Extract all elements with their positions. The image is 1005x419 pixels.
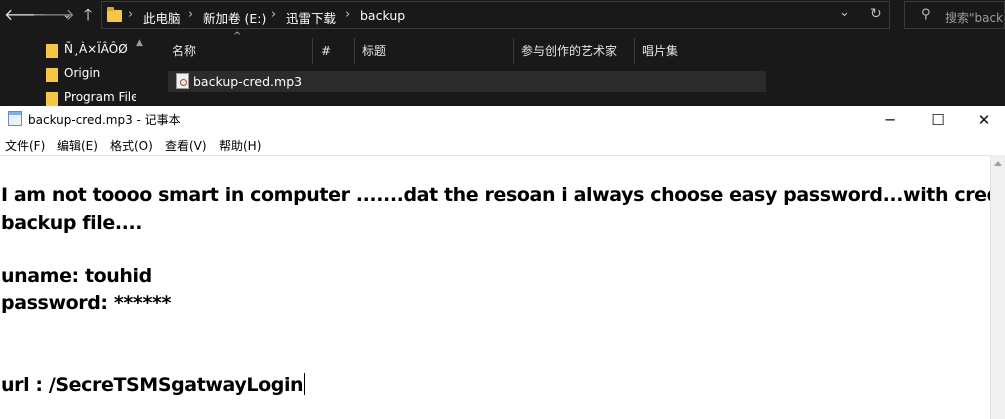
- menu-format[interactable]: 格式(O): [110, 137, 153, 154]
- url-text: url : /SecreTSMSgatwayLogin: [1, 374, 304, 396]
- sort-ascending-icon: ^: [233, 31, 242, 42]
- tree-item-label: Ñ¸À×ÏÂÔØ: [64, 42, 128, 56]
- column-header-title[interactable]: 标题: [362, 37, 386, 65]
- text-editor[interactable]: I am not toooo smart in computer .......…: [0, 155, 1005, 419]
- breadcrumb-drive[interactable]: 新加卷 (E:): [203, 8, 266, 27]
- breadcrumb-folder[interactable]: 迅雷下载: [286, 8, 336, 27]
- file-name: backup-cred.mp3: [193, 74, 303, 89]
- chevron-right-icon: ›: [271, 7, 277, 22]
- breadcrumb-this-pc[interactable]: 此电脑: [143, 8, 181, 27]
- text-line: uname: touhid: [1, 265, 152, 287]
- text-line: password: ******: [1, 292, 172, 314]
- file-explorer-window: 🡐 🡒 ⌄ 🡑 › 此电脑 › 新加卷 (E:) › 迅雷下载 › backup…: [0, 0, 1005, 106]
- recent-locations-dropdown[interactable]: ⌄: [60, 4, 74, 26]
- window-title: backup-cred.mp3 - 记事本: [28, 113, 181, 127]
- column-divider[interactable]: [312, 38, 313, 64]
- file-list-item[interactable]: backup-cred.mp3: [168, 71, 766, 92]
- vertical-scrollbar[interactable]: [990, 155, 1005, 419]
- search-icon: ⚲: [921, 7, 931, 22]
- column-divider[interactable]: [513, 38, 514, 64]
- tree-item-label: Origin: [64, 66, 101, 80]
- folder-icon: [46, 44, 58, 58]
- chevron-right-icon: ›: [128, 7, 134, 22]
- chevron-down-icon[interactable]: ⌄: [839, 5, 850, 20]
- text-cursor: [304, 373, 306, 395]
- back-button[interactable]: 🡐: [4, 4, 47, 26]
- refresh-icon[interactable]: ↻: [870, 6, 882, 22]
- folder-icon: [46, 92, 58, 106]
- column-header-name[interactable]: 名称: [172, 37, 196, 65]
- menu-help[interactable]: 帮助(H): [219, 137, 261, 154]
- address-bar[interactable]: › 此电脑 › 新加卷 (E:) › 迅雷下载 › backup ⌄ ↻: [101, 1, 890, 29]
- breadcrumb-current[interactable]: backup: [360, 8, 405, 23]
- menu-file[interactable]: 文件(F): [5, 137, 45, 154]
- column-header-number[interactable]: #: [321, 37, 331, 65]
- audio-file-icon: [176, 73, 189, 89]
- chevron-right-icon: ›: [188, 7, 194, 22]
- text-line: backup file....: [1, 212, 143, 234]
- up-button[interactable]: 🡑: [78, 4, 98, 26]
- column-divider[interactable]: [634, 38, 635, 64]
- column-header-album[interactable]: 唱片集: [642, 37, 678, 65]
- tree-item-label: Program File: [64, 90, 136, 104]
- search-placeholder: 搜索"back: [945, 11, 1004, 25]
- notepad-window: backup-cred.mp3 - 记事本 ─ ☐ ✕ 文件(F) 编辑(E) …: [0, 106, 1005, 419]
- close-button[interactable]: ✕: [966, 108, 1002, 132]
- chevron-right-icon: ›: [345, 7, 351, 22]
- column-header-artists[interactable]: 参与创作的艺术家: [521, 37, 617, 65]
- maximize-button[interactable]: ☐: [920, 108, 956, 132]
- tree-item-program-files[interactable]: Program File: [44, 87, 136, 107]
- folder-icon: [46, 68, 58, 82]
- notepad-icon: [8, 111, 22, 126]
- text-line: I am not toooo smart in computer .......…: [1, 184, 1005, 206]
- forward-button[interactable]: 🡒: [32, 4, 75, 26]
- minimize-button[interactable]: ─: [872, 108, 908, 132]
- menu-view[interactable]: 查看(V): [165, 137, 207, 154]
- search-box[interactable]: ⚲ 搜索"back: [904, 1, 1005, 29]
- text-line-url: url : /SecreTSMSgatwayLogin: [1, 373, 306, 396]
- folder-icon: [107, 7, 122, 22]
- column-divider[interactable]: [354, 38, 355, 64]
- scroll-up-arrow-icon[interactable]: ▲: [136, 38, 143, 48]
- menu-edit[interactable]: 编辑(E): [57, 137, 98, 154]
